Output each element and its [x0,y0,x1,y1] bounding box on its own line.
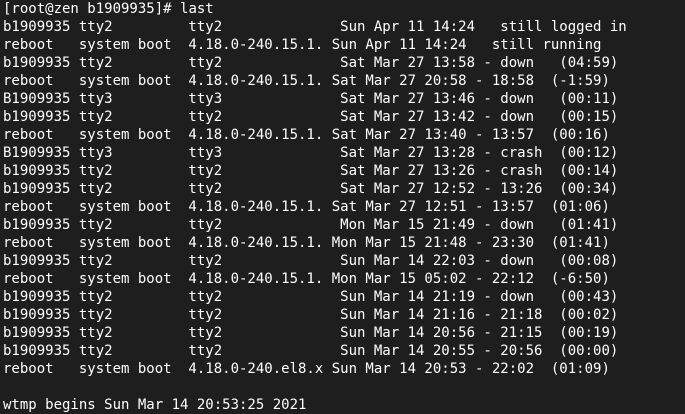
output-row: b1909935 tty2 tty2 Sun Mar 14 21:19 - do… [3,289,619,305]
output-row: B1909935 tty3 tty3 Sat Mar 27 13:46 - do… [3,91,619,107]
output-row: B1909935 tty3 tty3 Sat Mar 27 13:28 - cr… [3,145,619,161]
output-row: b1909935 tty2 tty2 Sat Mar 27 13:26 - cr… [3,163,619,179]
shell-prompt: [root@zen b1909935]# [3,1,181,17]
output-row: reboot system boot 4.18.0-240.15.1. Mon … [3,271,610,287]
output-row: b1909935 tty2 tty2 Sun Mar 14 22:03 - do… [3,253,619,269]
output-row: b1909935 tty2 tty2 Sat Mar 27 13:42 - do… [3,109,619,125]
output-row: b1909935 tty2 tty2 Mon Mar 15 21:49 - do… [3,217,619,233]
wtmp-footer: wtmp begins Sun Mar 14 20:53:25 2021 [3,397,307,413]
output-row: b1909935 tty2 tty2 Sat Mar 27 12:52 - 13… [3,181,619,197]
terminal-window[interactable]: [root@zen b1909935]# last b1909935 tty2 … [0,0,685,413]
command-line: [root@zen b1909935]# last [3,0,685,18]
output-row: reboot system boot 4.18.0-240.el8.x Sun … [3,361,610,377]
output-row: reboot system boot 4.18.0-240.15.1. Mon … [3,235,610,251]
output-row: b1909935 tty2 tty2 Sun Mar 14 20:55 - 20… [3,343,619,359]
output-row: b1909935 tty2 tty2 Sat Mar 27 13:58 - do… [3,55,619,71]
output-row: b1909935 tty2 tty2 Sun Mar 14 21:16 - 21… [3,307,619,323]
output-row: reboot system boot 4.18.0-240.15.1. Sat … [3,199,610,215]
typed-command: last [180,1,214,17]
output-row: reboot system boot 4.18.0-240.15.1. Sun … [3,37,602,53]
output-row: reboot system boot 4.18.0-240.15.1. Sat … [3,127,610,143]
output-row: reboot system boot 4.18.0-240.15.1. Sat … [3,73,610,89]
output-row: b1909935 tty2 tty2 Sun Mar 14 20:56 - 21… [3,325,619,341]
output-row: b1909935 tty2 tty2 Sun Apr 11 14:24 stil… [3,19,627,35]
